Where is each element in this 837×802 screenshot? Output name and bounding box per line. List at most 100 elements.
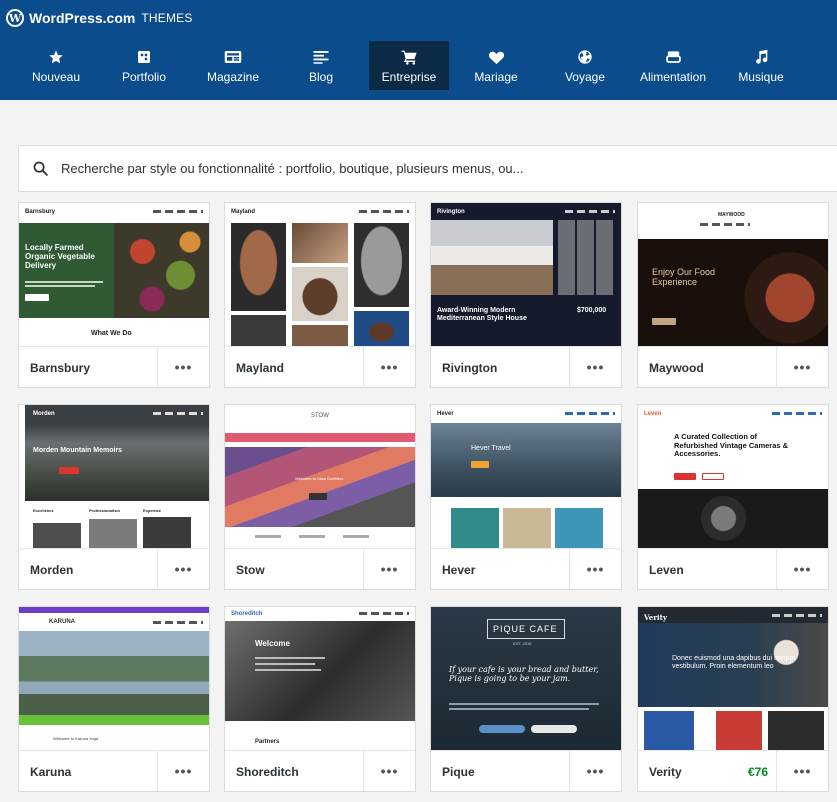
nav-item-nouveau[interactable]: Nouveau: [16, 41, 96, 90]
theme-name[interactable]: Verity: [649, 765, 682, 779]
more-options-button[interactable]: •••: [363, 347, 415, 387]
preview-logo: Mayland: [231, 209, 256, 215]
theme-name[interactable]: Shoreditch: [236, 765, 299, 779]
preview-body-line: [255, 669, 321, 671]
preview-thumbnail: [555, 508, 603, 548]
theme-search-bar: [18, 145, 837, 192]
theme-preview-mayland[interactable]: Mayland: [225, 203, 415, 346]
nav-item-alimentation[interactable]: Alimentation: [632, 41, 714, 90]
more-options-button[interactable]: •••: [363, 549, 415, 589]
more-options-button[interactable]: •••: [776, 751, 828, 791]
preview-button: [674, 473, 696, 480]
more-options-button[interactable]: •••: [569, 347, 621, 387]
more-options-button[interactable]: •••: [363, 751, 415, 791]
preview-price: $700,000: [577, 307, 607, 314]
preview-logo: PIQUE CAFE: [493, 624, 558, 634]
theme-name[interactable]: Stow: [236, 563, 265, 577]
theme-card-shoreditch[interactable]: Shoreditch Welcome Partners Shoreditch •…: [224, 606, 416, 792]
more-options-button[interactable]: •••: [776, 549, 828, 589]
search-input[interactable]: [61, 161, 801, 176]
theme-preview-karuna[interactable]: KARUNA Welcome to Karuna Yoga: [19, 607, 209, 750]
theme-preview-barnsbury[interactable]: Barnsbury Locally Farmed Organic Vegetab…: [19, 203, 209, 346]
preview-headline: Hever Travel: [471, 445, 511, 452]
preview-logo: STOW: [311, 413, 329, 419]
theme-card-morden[interactable]: Morden Morden Mountain Memoirs Excellenc…: [18, 404, 210, 590]
more-options-button[interactable]: •••: [157, 549, 209, 589]
more-options-button[interactable]: •••: [776, 347, 828, 387]
nav-item-musique[interactable]: Musique: [721, 41, 801, 90]
theme-card-leven[interactable]: Leven A Curated Collection of Refurbishe…: [637, 404, 829, 590]
category-nav: Nouveau Portfolio Magazine Blog Entrepri…: [0, 36, 837, 100]
preview-menu: [565, 412, 615, 415]
section-name[interactable]: THEMES: [141, 11, 192, 25]
theme-preview-leven[interactable]: Leven A Curated Collection of Refurbishe…: [638, 405, 828, 548]
theme-preview-rivington[interactable]: Rivington Award-Winning Modern Mediterra…: [431, 203, 621, 346]
more-options-button[interactable]: •••: [157, 751, 209, 791]
theme-preview-pique[interactable]: PIQUE CAFE EST. 2016 If your cafe is you…: [431, 607, 621, 750]
theme-preview-maywood[interactable]: MAYWOOD Enjoy Our Food Experience: [638, 203, 828, 346]
theme-name[interactable]: Rivington: [442, 361, 497, 375]
preview-logo-subtitle: EST. 2016: [513, 641, 532, 646]
theme-card-hever[interactable]: Hever Hever Travel Hever •••: [430, 404, 622, 590]
theme-preview-verity[interactable]: Verity Donec euismod una dapibus dui tem…: [638, 607, 828, 750]
preview-button: [59, 467, 79, 474]
cart-icon: [401, 48, 418, 66]
wordpress-logo-icon[interactable]: W: [6, 9, 24, 27]
more-options-button[interactable]: •••: [569, 549, 621, 589]
theme-card-pique[interactable]: PIQUE CAFE EST. 2016 If your cafe is you…: [430, 606, 622, 792]
theme-name[interactable]: Pique: [442, 765, 475, 779]
theme-preview-hever[interactable]: Hever Hever Travel: [431, 405, 621, 548]
theme-card-footer: Mayland •••: [225, 346, 415, 387]
theme-name[interactable]: Morden: [30, 563, 73, 577]
theme-name[interactable]: Leven: [649, 563, 684, 577]
nav-label: Alimentation: [639, 69, 707, 84]
preview-portrait-image: [354, 311, 409, 346]
top-bar: W WordPress.com THEMES: [0, 0, 837, 36]
preview-portrait-image: [292, 325, 348, 346]
preview-camera-image: [638, 489, 828, 548]
nav-item-magazine[interactable]: Magazine: [192, 41, 274, 90]
preview-footer-text: Welcome to Karuna Yoga: [53, 736, 99, 741]
nav-item-entreprise[interactable]: Entreprise: [369, 41, 449, 90]
theme-card-rivington[interactable]: Rivington Award-Winning Modern Mediterra…: [430, 202, 622, 388]
theme-preview-shoreditch[interactable]: Shoreditch Welcome Partners: [225, 607, 415, 750]
nav-label: Entreprise: [381, 69, 437, 84]
theme-card-stow[interactable]: STOW Welcome to Stow Outfitters Stow •••: [224, 404, 416, 590]
theme-card-maywood[interactable]: MAYWOOD Enjoy Our Food Experience Maywoo…: [637, 202, 829, 388]
preview-logo: KARUNA: [49, 619, 75, 625]
nav-item-voyage[interactable]: Voyage: [545, 41, 625, 90]
theme-card-barnsbury[interactable]: Barnsbury Locally Farmed Organic Vegetab…: [18, 202, 210, 388]
preview-headline: Donec euismod una dapibus dui tempor ves…: [672, 655, 796, 671]
brand-name[interactable]: WordPress.com: [29, 10, 135, 26]
preview-button: [479, 725, 525, 733]
preview-menu: [153, 412, 203, 415]
nav-item-mariage[interactable]: Mariage: [456, 41, 536, 90]
preview-thumbnail: [768, 711, 824, 750]
theme-name[interactable]: Karuna: [30, 765, 71, 779]
theme-card-karuna[interactable]: KARUNA Welcome to Karuna Yoga Karuna •••: [18, 606, 210, 792]
theme-preview-stow[interactable]: STOW Welcome to Stow Outfitters: [225, 405, 415, 548]
preview-column-heading: Expertise: [143, 508, 162, 513]
preview-body-line: [25, 281, 103, 283]
preview-headline: Enjoy Our Food Experience: [652, 267, 716, 288]
preview-landscape-image: [19, 631, 209, 715]
preview-menu: [700, 223, 750, 226]
nav-item-blog[interactable]: Blog: [282, 41, 360, 90]
preview-logo: Hever: [437, 411, 454, 417]
preview-footer-heading: What We Do: [91, 330, 132, 337]
search-icon[interactable]: [32, 160, 49, 177]
more-options-button[interactable]: •••: [569, 751, 621, 791]
preview-logo: Leven: [644, 411, 662, 417]
theme-preview-morden[interactable]: Morden Morden Mountain Memoirs Excellenc…: [19, 405, 209, 548]
more-options-button[interactable]: •••: [157, 347, 209, 387]
theme-name[interactable]: Barnsbury: [30, 361, 90, 375]
nav-item-portfolio[interactable]: Portfolio: [104, 41, 184, 90]
theme-card-footer: Barnsbury •••: [19, 346, 209, 387]
theme-name[interactable]: Hever: [442, 563, 475, 577]
theme-card-verity[interactable]: Verity Donec euismod una dapibus dui tem…: [637, 606, 829, 792]
theme-name[interactable]: Mayland: [236, 361, 284, 375]
preview-button: [309, 493, 327, 500]
theme-name[interactable]: Maywood: [649, 361, 704, 375]
theme-card-mayland[interactable]: Mayland Mayland •••: [224, 202, 416, 388]
nav-label: Portfolio: [121, 69, 167, 84]
